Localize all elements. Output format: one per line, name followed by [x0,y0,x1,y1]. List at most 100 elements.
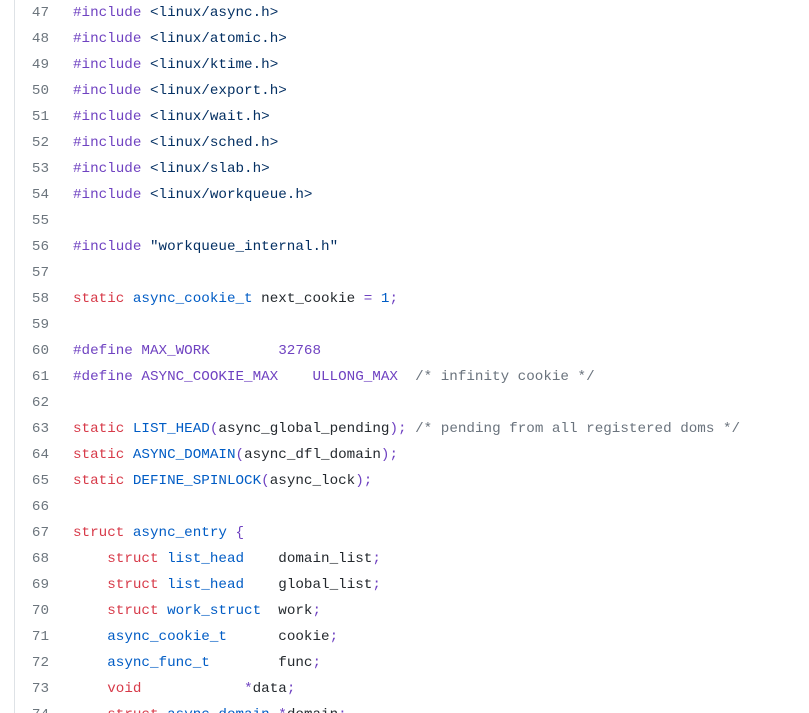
line-number[interactable]: 54 [0,182,65,208]
token [73,707,107,713]
token: <linux/ktime.h> [150,57,278,73]
token: async_dfl_domain [244,447,381,463]
line-content[interactable]: #include "workqueue_internal.h" [65,234,809,260]
line-number[interactable]: 49 [0,52,65,78]
line-number[interactable]: 57 [0,260,65,286]
line-content[interactable]: struct list_head domain_list; [65,546,809,572]
line-content[interactable]: #define MAX_WORK 32768 [65,338,809,364]
line-number[interactable]: 59 [0,312,65,338]
line-number[interactable]: 68 [0,546,65,572]
line-content[interactable]: #include <linux/sched.h> [65,130,809,156]
token: ; [338,707,347,713]
token: async_entry [133,525,227,541]
code-line: 62 [0,390,809,416]
line-content[interactable]: struct list_head global_list; [65,572,809,598]
line-content[interactable]: static LIST_HEAD(async_global_pending); … [65,416,809,442]
token: struct [73,525,124,541]
token: work_struct [167,603,261,619]
token: domain [287,707,338,713]
line-number[interactable]: 58 [0,286,65,312]
token [227,525,236,541]
token: ); [355,473,372,489]
line-number[interactable]: 65 [0,468,65,494]
token: #include [73,109,141,125]
line-number[interactable]: 61 [0,364,65,390]
line-number[interactable]: 52 [0,130,65,156]
token: ( [261,473,270,489]
line-content[interactable]: struct work_struct work; [65,598,809,624]
line-number[interactable]: 74 [0,702,65,713]
line-number[interactable]: 56 [0,234,65,260]
line-content[interactable] [65,312,809,338]
line-content[interactable]: #include <linux/export.h> [65,78,809,104]
token: struct [107,551,158,567]
line-content[interactable]: #include <linux/async.h> [65,0,809,26]
line-number[interactable]: 67 [0,520,65,546]
line-content[interactable] [65,390,809,416]
token: LIST_HEAD [133,421,210,437]
line-number[interactable]: 55 [0,208,65,234]
line-number[interactable]: 71 [0,624,65,650]
line-content[interactable]: async_cookie_t cookie; [65,624,809,650]
line-content[interactable] [65,208,809,234]
code-line: 65static DEFINE_SPINLOCK(async_lock); [0,468,809,494]
line-content[interactable]: #include <linux/ktime.h> [65,52,809,78]
line-content[interactable]: #define ASYNC_COOKIE_MAX ULLONG_MAX /* i… [65,364,809,390]
token: async_domain [167,707,270,713]
token: ( [236,447,245,463]
line-content[interactable]: struct async_entry { [65,520,809,546]
token [227,629,278,645]
line-content[interactable]: void *data; [65,676,809,702]
line-content[interactable]: #include <linux/atomic.h> [65,26,809,52]
line-number[interactable]: 53 [0,156,65,182]
token: #include [73,161,141,177]
token [141,57,150,73]
line-content[interactable]: static async_cookie_t next_cookie = 1; [65,286,809,312]
line-content[interactable]: #include <linux/wait.h> [65,104,809,130]
token [141,187,150,203]
line-number[interactable]: 51 [0,104,65,130]
line-number[interactable]: 48 [0,26,65,52]
line-number[interactable]: 69 [0,572,65,598]
code-line: 60#define MAX_WORK 32768 [0,338,809,364]
token: * [278,707,287,713]
line-number[interactable]: 72 [0,650,65,676]
token: ; [287,681,296,697]
token: "workqueue_internal.h" [150,239,338,255]
code-line: 64static ASYNC_DOMAIN(async_dfl_domain); [0,442,809,468]
line-number[interactable]: 50 [0,78,65,104]
token [407,421,416,437]
line-content[interactable]: #include <linux/workqueue.h> [65,182,809,208]
line-number[interactable]: 47 [0,0,65,26]
line-content[interactable]: #include <linux/slab.h> [65,156,809,182]
line-number[interactable]: 62 [0,390,65,416]
token: ASYNC_DOMAIN [133,447,236,463]
token: void [107,681,141,697]
token: ; [389,291,398,307]
line-number[interactable]: 73 [0,676,65,702]
line-content[interactable] [65,494,809,520]
line-number[interactable]: 64 [0,442,65,468]
token [141,161,150,177]
line-content[interactable]: async_func_t func; [65,650,809,676]
token: static [73,473,124,489]
code-line: 71 async_cookie_t cookie; [0,624,809,650]
token [159,603,168,619]
token [73,655,107,671]
token [73,681,107,697]
token [73,577,107,593]
line-number[interactable]: 70 [0,598,65,624]
token: ); [381,447,398,463]
line-content[interactable]: struct async_domain *domain; [65,702,809,713]
code-line: 74 struct async_domain *domain; [0,702,809,713]
code-line: 56#include "workqueue_internal.h" [0,234,809,260]
line-number[interactable]: 60 [0,338,65,364]
line-number[interactable]: 63 [0,416,65,442]
token: static [73,421,124,437]
token: <linux/atomic.h> [150,31,287,47]
line-number[interactable]: 66 [0,494,65,520]
line-content[interactable]: static ASYNC_DOMAIN(async_dfl_domain); [65,442,809,468]
token: /* pending from all registered doms */ [415,421,740,437]
line-content[interactable]: static DEFINE_SPINLOCK(async_lock); [65,468,809,494]
line-content[interactable] [65,260,809,286]
